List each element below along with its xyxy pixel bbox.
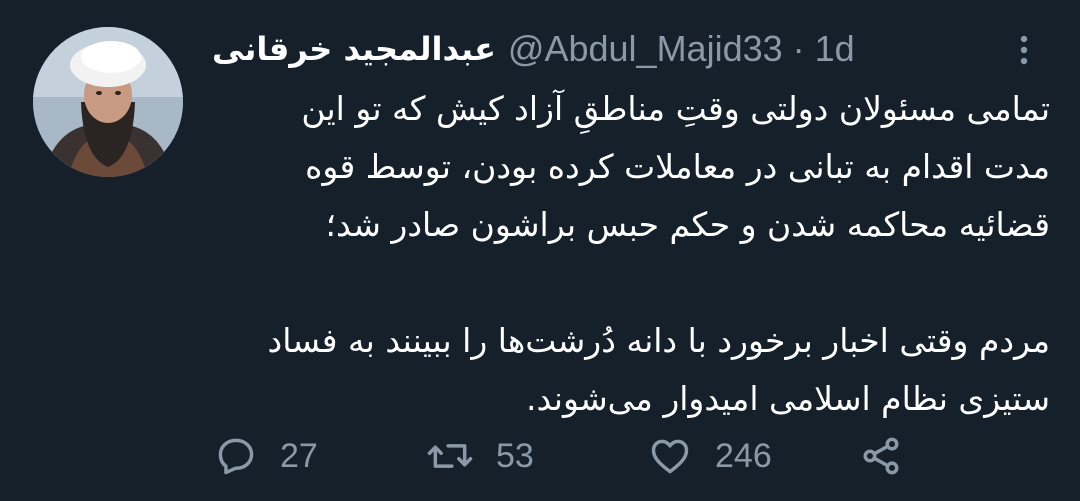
share-icon [863, 437, 899, 475]
like-button[interactable]: 246 [647, 432, 772, 480]
timestamp[interactable]: 1d [815, 28, 855, 70]
tweet-text-line: ستیزی نظام اسلامی امیدوار می‌شوند. [525, 379, 1050, 418]
share-button[interactable] [858, 432, 904, 480]
tweet-actions: 27 53 246 [210, 432, 930, 480]
reply-count: 27 [280, 436, 318, 475]
retweet-button[interactable]: 53 [426, 432, 534, 480]
tweet-text-line: قضائیه محاکمه شدن و حکم حبس براشون صادر … [325, 205, 1050, 244]
avatar[interactable] [33, 27, 183, 177]
more-options-icon[interactable] [1006, 30, 1042, 70]
separator-dot: · [792, 28, 805, 69]
like-count: 246 [715, 436, 772, 475]
retweet-icon [427, 444, 473, 468]
heart-icon [651, 439, 689, 474]
tweet-text-line: مدت اقدام به تبانی در معاملات کرده بودن،… [305, 147, 1050, 186]
retweet-count: 53 [496, 436, 534, 475]
avatar-image [33, 27, 183, 177]
reply-icon [218, 438, 254, 475]
tweet-text-line: مردم وقتی اخبار برخورد با دانه دُرشت‌ها … [267, 321, 1050, 360]
reply-button[interactable]: 27 [214, 432, 318, 480]
tweet-text: تمامی مسئولان دولتی وقتِ مناطقِ آزاد کیش… [205, 80, 1050, 428]
user-handle[interactable]: @Abdul_Majid33 [508, 28, 783, 70]
display-name[interactable]: عبدالمجید خرقانی [212, 30, 496, 68]
tweet-text-line: تمامی مسئولان دولتی وقتِ مناطقِ آزاد کیش… [301, 89, 1050, 128]
tweet-header: عبدالمجید خرقانی @Abdul_Majid33 · 1d [212, 24, 1012, 74]
